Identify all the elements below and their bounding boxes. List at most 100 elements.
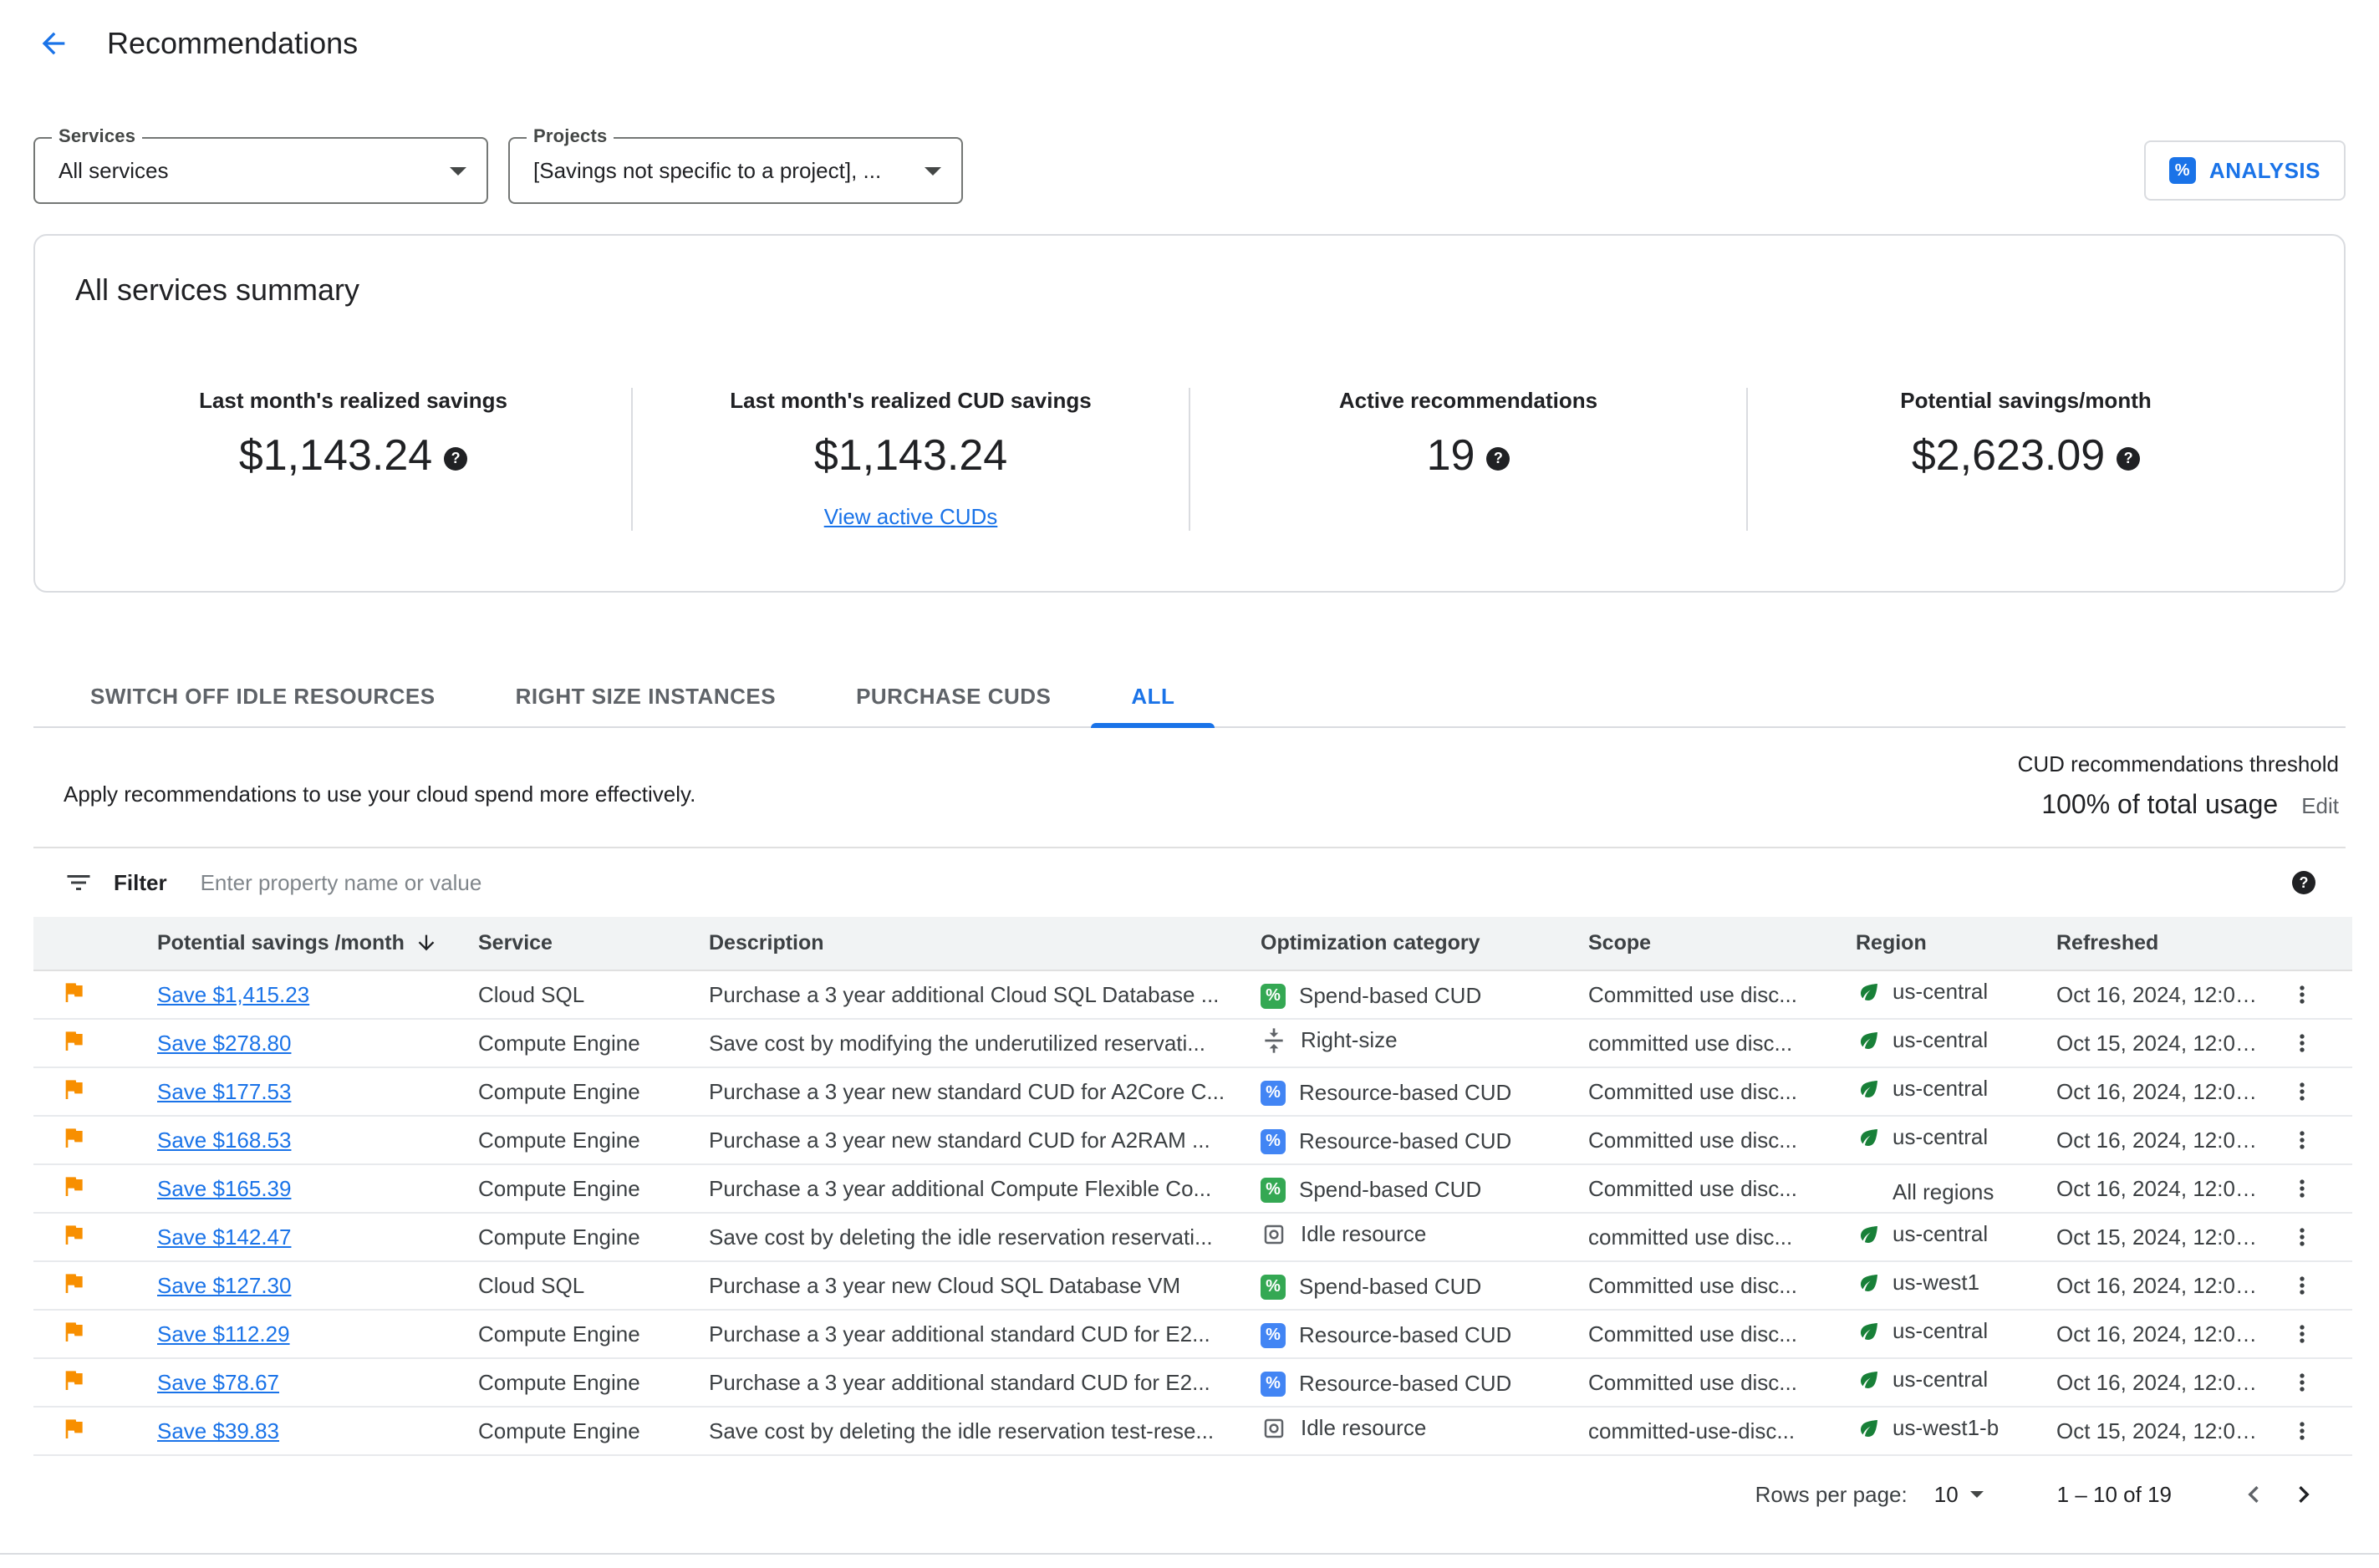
savings-link[interactable]: Save $168.53 [157, 1128, 291, 1153]
scope-cell: Committed use disc... [1588, 970, 1856, 1020]
more-vertical-icon [2300, 1131, 2305, 1149]
recommendations-page: Recommendations Services All services Pr… [0, 0, 2379, 1568]
row-menu-button[interactable] [2279, 1214, 2326, 1260]
tabs: SWITCH OFF IDLE RESOURCES RIGHT SIZE INS… [33, 666, 2346, 728]
analysis-button-label: ANALYSIS [2208, 157, 2320, 183]
table-row: Save $112.29 Compute Engine Purchase a 3… [33, 1310, 2352, 1359]
refreshed-cell: Oct 16, 2024, 12:00... [2056, 1116, 2279, 1165]
rows-per-page-value: 10 [1933, 1481, 1959, 1507]
savings-link[interactable]: Save $78.67 [157, 1370, 279, 1395]
refreshed-cell: Oct 16, 2024, 12:00... [2056, 1164, 2279, 1214]
category-label: Idle resource [1301, 1415, 1427, 1441]
help-icon[interactable]: ? [1486, 446, 1510, 471]
column-refreshed[interactable]: Refreshed [2056, 917, 2279, 971]
filter-label: Filter [114, 869, 167, 895]
savings-link[interactable]: Save $278.80 [157, 1031, 291, 1056]
recommendations-panel: Apply recommendations to use your cloud … [33, 728, 2352, 1533]
scope-cell: Committed use disc... [1588, 1067, 1856, 1117]
savings-link[interactable]: Save $142.47 [157, 1224, 291, 1250]
leaf-icon [1856, 1367, 1882, 1392]
threshold-edit-link[interactable]: Edit [2301, 793, 2339, 818]
savings-link[interactable]: Save $127.30 [157, 1273, 291, 1298]
column-optimization-category[interactable]: Optimization category [1261, 917, 1588, 971]
bottom-divider [0, 1553, 2379, 1555]
flag-icon[interactable] [60, 979, 87, 1005]
column-potential-savings[interactable]: Potential savings /month [127, 917, 478, 971]
savings-link[interactable]: Save $165.39 [157, 1176, 291, 1201]
table-row: Save $165.39 Compute Engine Purchase a 3… [33, 1164, 2352, 1214]
summary-stats: Last month's realized savings $1,143.24?… [75, 388, 2304, 531]
savings-link[interactable]: Save $177.53 [157, 1079, 291, 1104]
leaf-icon [1856, 980, 1882, 1005]
flag-icon[interactable] [60, 1367, 87, 1393]
more-vertical-icon [2300, 985, 2305, 1004]
arrow-left-icon [42, 32, 65, 55]
row-menu-button[interactable] [2279, 1408, 2326, 1453]
tab-switch-off-idle-resources[interactable]: SWITCH OFF IDLE RESOURCES [50, 666, 476, 726]
description-cell: Purchase a 3 year additional standard CU… [709, 1310, 1261, 1359]
flag-icon[interactable] [60, 1027, 87, 1054]
threshold-value: 100% of total usage [2041, 789, 2279, 819]
projects-select[interactable]: Projects [Savings not specific to a proj… [508, 125, 963, 204]
column-region[interactable]: Region [1856, 917, 2056, 971]
column-label: Potential savings /month [157, 931, 405, 955]
savings-link[interactable]: Save $1,415.23 [157, 982, 309, 1007]
tab-purchase-cuds[interactable]: PURCHASE CUDS [816, 666, 1091, 726]
spend-based-cud-icon: % [1261, 1274, 1286, 1300]
region-label: us-central [1893, 1124, 1989, 1150]
help-icon[interactable]: ? [444, 446, 468, 471]
row-menu-button[interactable] [2279, 1311, 2326, 1357]
region-label: us-central [1893, 1221, 1989, 1247]
help-icon[interactable]: ? [2117, 446, 2141, 471]
more-vertical-icon [2300, 1179, 2305, 1198]
column-scope[interactable]: Scope [1588, 917, 1856, 971]
scope-cell: committed use disc... [1588, 1019, 1856, 1068]
previous-page-button[interactable] [2229, 1469, 2279, 1520]
next-page-button[interactable] [2279, 1469, 2329, 1520]
rows-per-page-label: Rows per page: [1755, 1481, 1908, 1507]
leaf-icon [1856, 1319, 1882, 1344]
tab-right-size-instances[interactable]: RIGHT SIZE INSTANCES [476, 666, 816, 726]
service-cell: Cloud SQL [478, 970, 709, 1020]
services-select-value: All services [59, 157, 169, 183]
refreshed-cell: Oct 16, 2024, 12:00... [2056, 1261, 2279, 1311]
services-select[interactable]: Services All services [33, 125, 488, 204]
flag-icon[interactable] [60, 1221, 87, 1248]
column-description[interactable]: Description [709, 917, 1261, 971]
service-cell: Compute Engine [478, 1116, 709, 1165]
description-cell: Purchase a 3 year new standard CUD for A… [709, 1116, 1261, 1165]
scope-cell: committed use disc... [1588, 1213, 1856, 1262]
row-menu-button[interactable] [2279, 1262, 2326, 1308]
leaf-icon [1856, 1222, 1882, 1247]
refreshed-cell: Oct 16, 2024, 12:00... [2056, 1310, 2279, 1359]
row-menu-button[interactable] [2279, 1165, 2326, 1211]
flag-icon[interactable] [60, 1270, 87, 1296]
row-menu-button[interactable] [2279, 1020, 2326, 1066]
flag-icon[interactable] [60, 1318, 87, 1345]
rows-per-page-select[interactable]: 10 [1934, 1482, 1984, 1508]
row-menu-button[interactable] [2279, 971, 2326, 1017]
view-active-cuds-link[interactable]: View active CUDs [824, 504, 998, 530]
service-cell: Compute Engine [478, 1310, 709, 1359]
savings-link[interactable]: Save $112.29 [157, 1321, 290, 1347]
flag-icon[interactable] [60, 1173, 87, 1199]
category-label: Spend-based CUD [1299, 1177, 1482, 1202]
flag-icon[interactable] [60, 1124, 87, 1151]
back-button[interactable] [20, 10, 87, 77]
cud-threshold: CUD recommendations threshold 100% of to… [2018, 751, 2339, 820]
flag-icon[interactable] [60, 1076, 87, 1102]
region-label: us-central [1893, 979, 1989, 1005]
column-service[interactable]: Service [478, 917, 709, 971]
category-label: Spend-based CUD [1299, 1274, 1482, 1299]
row-menu-button[interactable] [2279, 1359, 2326, 1405]
analysis-button[interactable]: % ANALYSIS [2143, 140, 2346, 201]
row-menu-button[interactable] [2279, 1117, 2326, 1163]
flag-icon[interactable] [60, 1415, 87, 1442]
row-menu-button[interactable] [2279, 1068, 2326, 1114]
savings-link[interactable]: Save $39.83 [157, 1418, 279, 1443]
idle-resource-icon [1261, 1222, 1287, 1247]
filter-input[interactable] [200, 869, 2292, 896]
help-icon[interactable]: ? [2292, 871, 2315, 894]
tab-all[interactable]: ALL [1091, 666, 1215, 728]
stat-value: $1,143.24 [238, 431, 433, 480]
